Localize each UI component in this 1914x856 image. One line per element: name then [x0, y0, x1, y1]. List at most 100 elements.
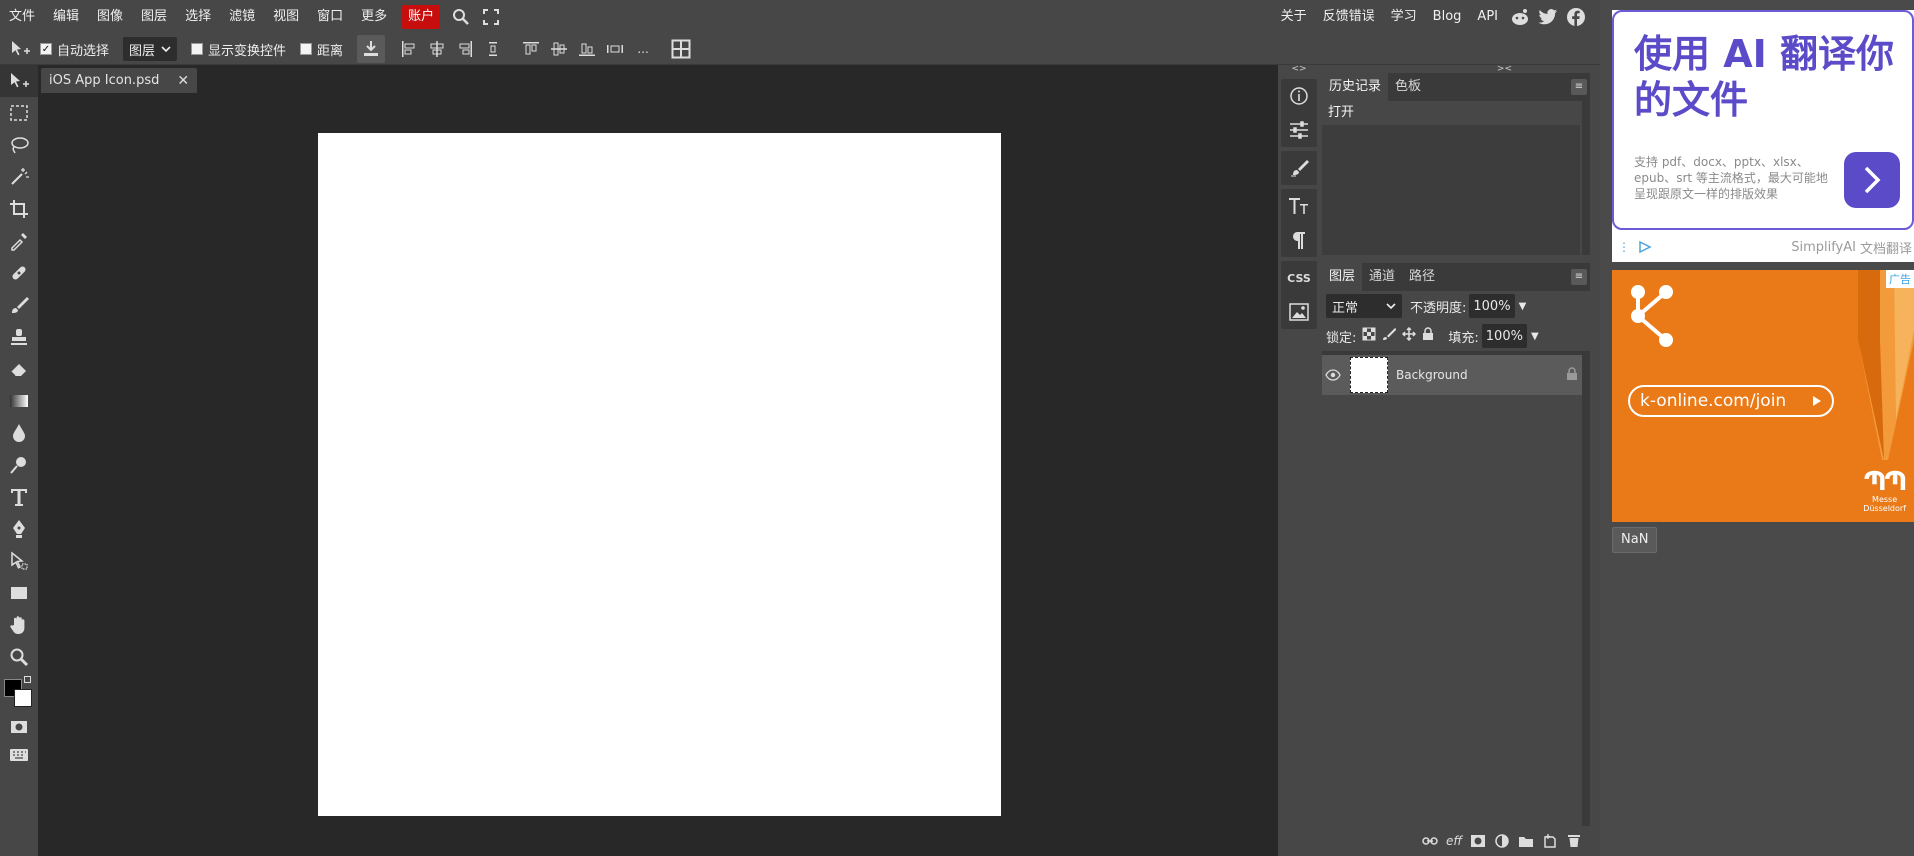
link-api[interactable]: API	[1469, 0, 1506, 34]
tab-swatches[interactable]: 色板	[1388, 73, 1428, 101]
link-report-bug[interactable]: 反馈错误	[1315, 0, 1383, 34]
close-tab-icon[interactable]: ✕	[177, 73, 189, 89]
twitter-icon[interactable]	[1534, 0, 1562, 34]
css-panel-button[interactable]: CSS	[1281, 261, 1317, 295]
reddit-icon[interactable]	[1506, 0, 1534, 34]
expand-panels-icon[interactable]: <>	[1278, 65, 1320, 75]
magic-wand-tool-icon[interactable]	[0, 161, 38, 193]
delete-layer-icon[interactable]	[1562, 829, 1586, 853]
type-tool-icon[interactable]	[0, 481, 38, 513]
align-middle-v-icon[interactable]	[545, 35, 573, 63]
brush-settings-icon[interactable]	[1281, 151, 1317, 185]
gradient-tool-icon[interactable]	[0, 385, 38, 417]
zoom-tool-icon[interactable]	[0, 641, 38, 673]
ad-badge[interactable]: 广告	[1886, 270, 1914, 288]
crop-tool-icon[interactable]	[0, 193, 38, 225]
ad-k-online[interactable]: 广告 k-online.com/join ՊՊ Messe Düsseldorf	[1612, 270, 1914, 522]
keyboard-icon[interactable]	[0, 741, 38, 769]
lock-position-icon[interactable]	[1402, 326, 1417, 345]
lock-all-icon[interactable]	[1422, 327, 1434, 345]
auto-select-target-dropdown[interactable]: 图层	[123, 37, 178, 61]
lock-transparent-icon[interactable]	[1362, 327, 1376, 345]
menu-select[interactable]: 选择	[176, 0, 220, 34]
lasso-tool-icon[interactable]	[0, 129, 38, 161]
link-learn[interactable]: 学习	[1383, 0, 1425, 34]
image-icon[interactable]	[1281, 295, 1317, 329]
pen-tool-icon[interactable]	[0, 513, 38, 545]
paragraph-icon[interactable]	[1281, 223, 1317, 257]
menu-filter[interactable]: 滤镜	[220, 0, 264, 34]
link-layers-icon[interactable]	[1418, 829, 1442, 853]
menu-view[interactable]: 视图	[264, 0, 308, 34]
rectangle-tool-icon[interactable]	[0, 577, 38, 609]
layer-row-background[interactable]: Background	[1322, 355, 1590, 395]
hand-tool-icon[interactable]	[0, 609, 38, 641]
character-icon[interactable]	[1281, 189, 1317, 223]
brush-tool-icon[interactable]	[0, 289, 38, 321]
opacity-input[interactable]: 100%	[1469, 294, 1515, 318]
quick-mask-icon[interactable]	[0, 713, 38, 741]
opacity-dropdown-icon[interactable]: ▼	[1519, 301, 1527, 312]
clone-stamp-tool-icon[interactable]	[0, 321, 38, 353]
move-tool-options-icon[interactable]	[6, 35, 34, 63]
image-canvas[interactable]	[318, 133, 1001, 816]
menu-edit[interactable]: 编辑	[44, 0, 88, 34]
add-mask-icon[interactable]	[1466, 829, 1490, 853]
eyedropper-tool-icon[interactable]	[0, 225, 38, 257]
menu-window[interactable]: 窗口	[308, 0, 352, 34]
distance-checkbox[interactable]: 距离	[300, 40, 343, 59]
lock-pixels-icon[interactable]	[1382, 327, 1397, 345]
tab-layers[interactable]: 图层	[1322, 263, 1363, 291]
new-group-icon[interactable]	[1514, 829, 1538, 853]
fill-dropdown-icon[interactable]: ▼	[1531, 331, 1539, 342]
eraser-tool-icon[interactable]	[0, 353, 38, 385]
document-tab[interactable]: iOS App Icon.psd ✕	[41, 68, 198, 93]
align-right-icon[interactable]	[451, 35, 479, 63]
history-entry[interactable]: 打开	[1322, 101, 1590, 125]
healing-brush-tool-icon[interactable]	[0, 257, 38, 289]
path-select-tool-icon[interactable]	[0, 545, 38, 577]
panel-menu-icon[interactable]: ≡	[1571, 269, 1587, 285]
show-transform-checkbox[interactable]: 显示变换控件	[191, 40, 286, 59]
nan-button[interactable]: NaN	[1612, 527, 1658, 553]
adjustment-layer-icon[interactable]	[1490, 829, 1514, 853]
info-icon[interactable]	[1281, 79, 1317, 113]
align-top-icon[interactable]	[517, 35, 545, 63]
fill-input[interactable]: 100%	[1481, 324, 1527, 348]
ad-k-online-cta[interactable]: k-online.com/join	[1628, 385, 1834, 417]
menu-more[interactable]: 更多	[352, 0, 396, 34]
search-icon[interactable]	[446, 0, 476, 34]
link-about[interactable]: 关于	[1273, 0, 1315, 34]
marquee-tool-icon[interactable]	[0, 97, 38, 129]
download-icon[interactable]	[357, 35, 386, 63]
swap-colors-icon[interactable]	[24, 676, 31, 683]
move-tool-icon[interactable]	[0, 65, 38, 97]
background-color-swatch[interactable]	[14, 689, 32, 707]
account-button[interactable]: 账户	[402, 5, 441, 29]
fullscreen-icon[interactable]	[476, 0, 506, 34]
align-bottom-icon[interactable]	[573, 35, 601, 63]
link-blog[interactable]: Blog	[1425, 0, 1470, 34]
tab-paths[interactable]: 路径	[1402, 263, 1442, 291]
adjustments-icon[interactable]	[1281, 113, 1317, 147]
distribute-h-icon[interactable]	[479, 35, 507, 63]
facebook-icon[interactable]	[1562, 0, 1590, 34]
tab-history[interactable]: 历史记录	[1322, 73, 1389, 101]
menu-image[interactable]: 图像	[88, 0, 132, 34]
align-center-h-icon[interactable]	[423, 35, 451, 63]
distribute-v-icon[interactable]	[601, 35, 629, 63]
layer-effects-button[interactable]: eff	[1442, 829, 1466, 853]
ad-translate[interactable]: 使用 AI 翻译你的文件 支持 pdf、docx、pptx、xlsx、epub、…	[1612, 10, 1914, 262]
grid-layout-icon[interactable]	[667, 35, 695, 63]
chevron-right-icon[interactable]	[1844, 152, 1900, 208]
menu-file[interactable]: 文件	[0, 0, 44, 34]
blend-mode-dropdown[interactable]: 正常	[1326, 294, 1402, 318]
new-layer-icon[interactable]	[1538, 829, 1562, 853]
tab-channels[interactable]: 通道	[1362, 263, 1402, 291]
eye-icon[interactable]	[1322, 369, 1344, 381]
panel-menu-icon[interactable]: ≡	[1571, 79, 1587, 95]
color-swatches[interactable]	[0, 673, 38, 713]
layers-scrollbar[interactable]	[1582, 355, 1590, 830]
dodge-tool-icon[interactable]	[0, 449, 38, 481]
history-scrollbar[interactable]	[1582, 101, 1590, 255]
